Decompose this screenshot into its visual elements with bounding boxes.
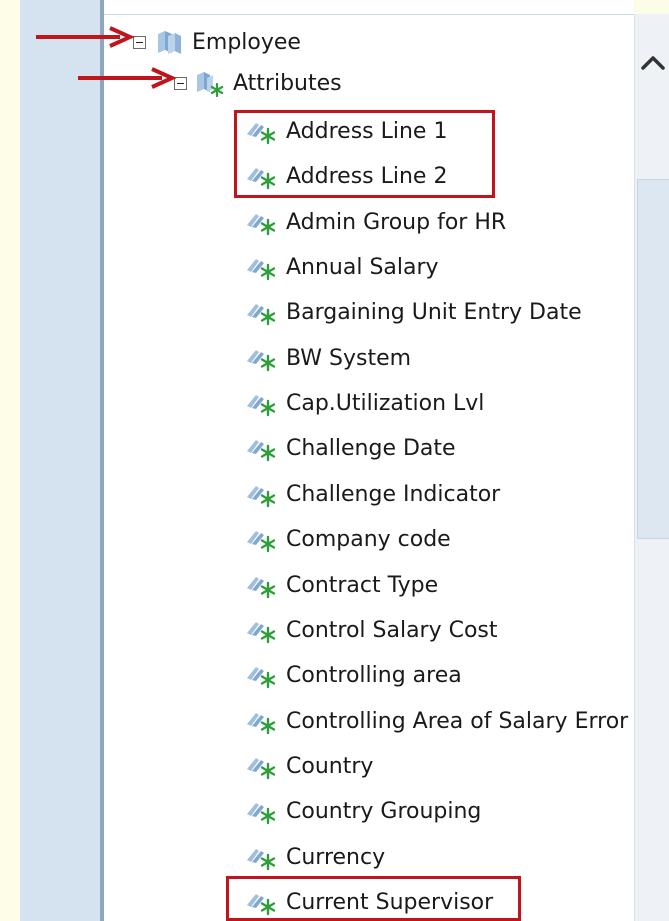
attribute-star-icon [247, 622, 276, 644]
tree-item-attribute[interactable]: Cap.Utilization Lvl [246, 388, 484, 418]
attribute-label: Country [286, 753, 374, 779]
attribute-label: Annual Salary [286, 254, 439, 280]
annotation-arrow [36, 26, 135, 48]
attribute-label: Country Grouping [286, 798, 482, 824]
attribute-label: Controlling area [286, 662, 462, 688]
tree-item-attribute[interactable]: Challenge Date [246, 433, 456, 463]
attribute-label: Currency [286, 844, 386, 870]
attribute-label: Company code [286, 526, 451, 552]
attribute-star-icon [247, 803, 276, 825]
tree-item-attribute[interactable]: Control Salary Cost [246, 615, 498, 645]
attribute-star-icon [247, 259, 276, 281]
attribute-star-icon [247, 486, 276, 508]
tree-item-attribute[interactable]: Country [246, 751, 373, 781]
window-edge [0, 0, 20, 921]
tree-item-attribute[interactable]: Contract Type [246, 570, 438, 600]
tree-item-attribute[interactable]: Company code [246, 524, 451, 554]
tree-item-attribute[interactable]: Controlling Area of Salary Error [246, 706, 628, 736]
attribute-label: Contract Type [286, 572, 439, 598]
attribute-star-icon [247, 849, 276, 871]
attribute-star-icon [247, 758, 276, 780]
tree-gutter [20, 0, 100, 921]
attribute-star-icon [247, 304, 276, 326]
attribute-label: Bargaining Unit Entry Date [286, 299, 582, 325]
attribute-label: Admin Group for HR [286, 209, 507, 235]
node-label: Attributes [233, 70, 342, 96]
attribute-star-icon [247, 531, 276, 553]
highlight-box [226, 876, 521, 921]
tree-item-attribute[interactable]: Bargaining Unit Entry Date [246, 297, 582, 327]
scroll-up-button[interactable] [635, 52, 669, 82]
tree-item-attribute[interactable]: Admin Group for HR [246, 207, 506, 237]
attribute-star-icon [247, 440, 276, 462]
tree-item-attribute[interactable]: Challenge Indicator [246, 479, 500, 509]
chevron-up-icon [640, 56, 665, 70]
tree-node-attributes[interactable]: Attributes [174, 68, 342, 98]
tree-top-border [104, 14, 634, 15]
tree-item-attribute[interactable]: Country Grouping [246, 796, 481, 826]
attribute-star-icon [247, 577, 276, 599]
node-label: Employee [192, 29, 301, 55]
attribute-star-icon [247, 667, 276, 689]
attribute-label: Challenge Indicator [286, 481, 501, 507]
tree-item-attribute[interactable]: Controlling area [246, 660, 462, 690]
attribute-label: Control Salary Cost [286, 617, 498, 643]
attribute-label: Cap.Utilization Lvl [286, 390, 485, 416]
attribute-label: BW System [286, 345, 412, 371]
attribute-star-icon [247, 214, 276, 236]
annotation-arrow [78, 67, 177, 89]
tree-item-attribute[interactable]: Currency [246, 842, 385, 872]
dimension-icon [158, 31, 181, 54]
tree-item-attribute[interactable]: Annual Salary [246, 252, 439, 282]
tree-node-employee[interactable]: Employee [133, 27, 301, 57]
tree-item-attribute[interactable]: BW System [246, 343, 411, 373]
attribute-star-icon [247, 350, 276, 372]
attribute-star-icon [247, 395, 276, 417]
vertical-scrollbar[interactable] [634, 14, 669, 921]
scroll-thumb[interactable] [637, 179, 669, 539]
attribute-star-icon [247, 713, 276, 735]
attribute-label: Controlling Area of Salary Error [286, 708, 629, 734]
highlight-box [234, 110, 495, 198]
attribute-folder-icon [197, 72, 224, 97]
attribute-label: Challenge Date [286, 435, 456, 461]
